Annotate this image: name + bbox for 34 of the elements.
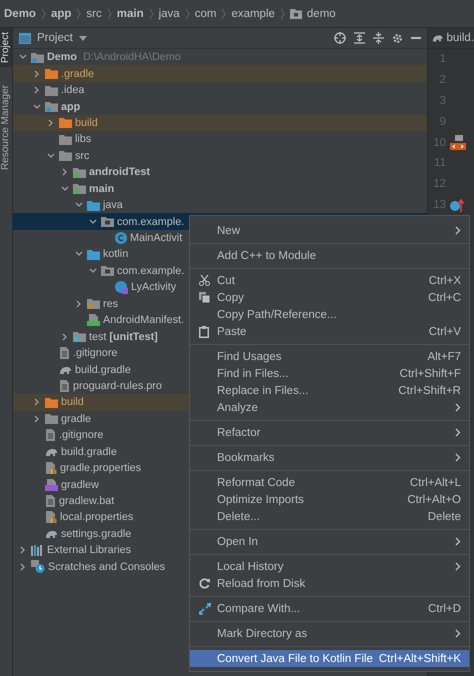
tree-item-label: kotlin [103, 248, 128, 260]
tree-item-label: gradle.properties [60, 462, 142, 474]
tree-item-label: .gitignore [73, 347, 118, 360]
tree-item-label: test [unitTest] [89, 330, 158, 343]
tree-item-label: External Libraries [47, 544, 132, 556]
tree-item-label: gradlew [61, 478, 99, 491]
tree-item-label: local.properties [60, 511, 134, 524]
tree-item-label: .gitignore [59, 429, 104, 442]
tree-item-label: settings.gradle [61, 528, 132, 540]
tree-item-label: src [75, 150, 90, 162]
tree-item-label: gradlew.bat [59, 495, 114, 508]
tree-item-label: build [61, 396, 84, 408]
tree-item-label: MainActivit [130, 232, 182, 244]
editor-tab-label: build. [446, 32, 474, 44]
tree-item-label: gradle [61, 412, 92, 425]
tree-item-label: com.example. [117, 264, 184, 277]
tree-item-label: LyActivity [131, 281, 176, 294]
tree-item-label: java [103, 199, 123, 212]
tree-item-label: build.gradle [61, 446, 117, 458]
tree-item-label: build.gradle [75, 364, 131, 376]
tree-item-label: androidTest [89, 166, 150, 178]
tree-item-label: AndroidManifest. [103, 314, 184, 326]
tree-item-label: .idea [61, 84, 84, 96]
project-path: D:\AndroidHA\Demo [83, 51, 181, 64]
tree-item-label: Scratches and Consoles [48, 560, 166, 573]
tree-item-label: app [61, 100, 80, 113]
tree-item-label: main [89, 182, 114, 195]
tree-item-label: com.example. [117, 216, 184, 228]
tree-item-label: Demo [47, 51, 77, 64]
tree-item-label: build [75, 116, 98, 129]
tree-item-label: res [103, 298, 118, 310]
tree-item-label: .gradle [61, 68, 94, 80]
tree-item-label: proguard-rules.pro [73, 380, 162, 392]
tree-item-label: libs [75, 133, 92, 146]
